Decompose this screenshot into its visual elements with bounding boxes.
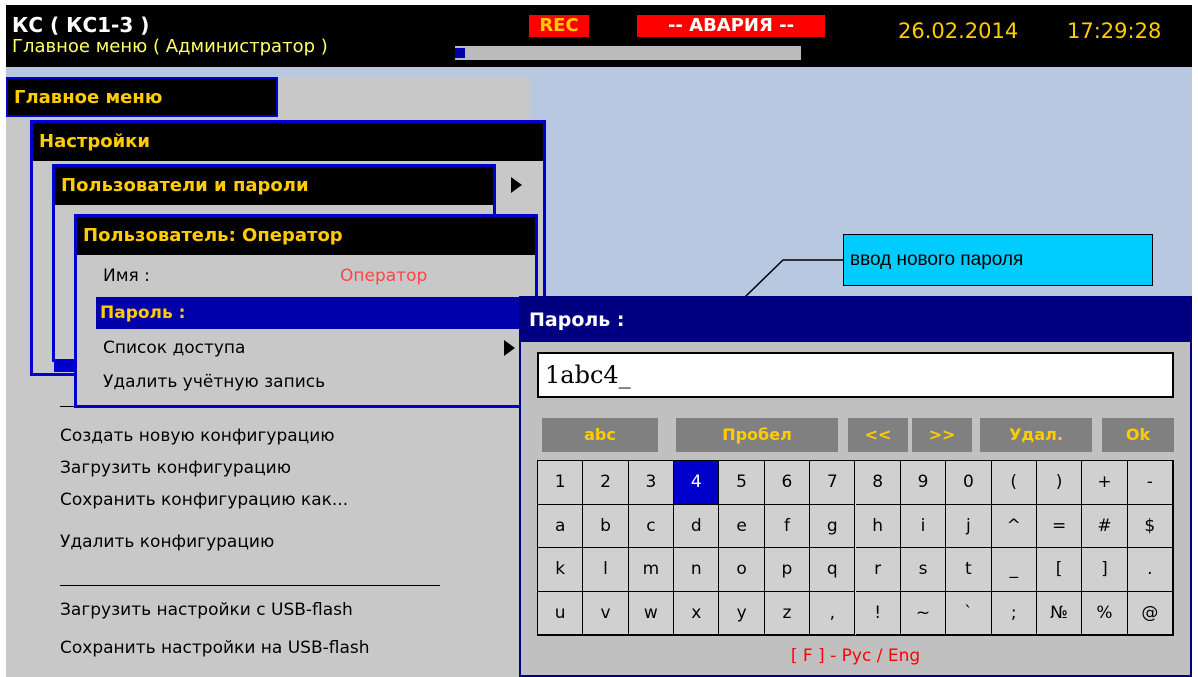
char-key[interactable]: v [583,591,629,635]
char-key[interactable]: f [764,504,811,548]
char-key[interactable]: 8 [855,461,901,505]
char-key[interactable]: h [855,504,901,548]
char-key[interactable]: 9 [900,461,947,505]
key-left[interactable]: << [848,418,908,452]
char-key[interactable]: . [1127,548,1173,592]
char-key[interactable]: ` [946,591,992,635]
char-key[interactable]: @ [1127,591,1173,635]
char-key[interactable]: d [674,504,720,548]
char-key[interactable]: o [719,548,765,592]
char-key[interactable]: ] [1082,548,1128,592]
char-key[interactable]: 1 [538,461,584,505]
char-key[interactable]: t [946,548,992,592]
char-key[interactable]: = [1036,504,1083,548]
char-key[interactable]: w [628,591,675,635]
char-key[interactable]: ; [991,591,1037,635]
char-key[interactable]: ! [855,591,901,635]
char-key[interactable]: 3 [628,461,675,505]
char-key[interactable]: # [1082,504,1128,548]
key-ok[interactable]: Ok [1102,418,1174,452]
char-key[interactable]: 5 [719,461,765,505]
char-key[interactable]: ~ [900,591,947,635]
char-key[interactable]: c [628,504,675,548]
char-key[interactable]: $ [1127,504,1173,548]
char-key[interactable]: i [900,504,947,548]
password-dialog: Пароль : 1abc4_ abc Пробел << >> Удал. O… [519,296,1192,677]
key-delete[interactable]: Удал. [980,418,1092,452]
char-key[interactable]: m [628,548,675,592]
char-key[interactable]: j [946,504,992,548]
char-key[interactable]: _ [991,548,1037,592]
char-key[interactable]: k [538,548,584,592]
char-key[interactable]: [ [1036,548,1083,592]
char-key[interactable]: 4 [674,461,720,505]
char-key[interactable]: 0 [946,461,992,505]
char-key[interactable]: a [538,504,584,548]
char-key[interactable]: ( [991,461,1037,505]
char-key[interactable]: u [538,591,584,635]
character-keyboard: 1 2 3 4 5 6 7 8 9 0() + - a b c d e f g h i j ^ = # $ k l m n o p q r s t _[… [537,460,1174,636]
char-key[interactable]: ) [1036,461,1083,505]
char-key[interactable]: 2 [583,461,629,505]
password-input[interactable]: 1abc4_ [537,352,1174,398]
char-key[interactable]: q [810,548,856,592]
char-key[interactable]: 6 [764,461,811,505]
char-key[interactable]: , [810,591,856,635]
char-key[interactable]: ^ [991,504,1037,548]
char-key[interactable]: g [810,504,856,548]
char-key[interactable]: - [1127,461,1173,505]
char-key[interactable]: + [1082,461,1128,505]
key-space[interactable]: Пробел [676,418,838,452]
char-key[interactable]: p [764,548,811,592]
key-right[interactable]: >> [912,418,972,452]
char-key[interactable]: s [900,548,947,592]
layout-hint: [ F ] - Рус / Eng [790,646,921,666]
char-key[interactable]: % [1082,591,1128,635]
dialog-title: Пароль : [521,298,1190,342]
key-abc[interactable]: abc [542,418,658,452]
char-key[interactable]: 7 [810,461,856,505]
char-key[interactable]: x [674,591,720,635]
char-key[interactable]: e [719,504,765,548]
char-key[interactable]: n [674,548,720,592]
char-key[interactable]: l [583,548,629,592]
char-key[interactable]: № [1036,591,1083,635]
char-key[interactable]: b [583,504,629,548]
char-key[interactable]: y [719,591,765,635]
char-key[interactable]: r [855,548,901,592]
char-key[interactable]: z [764,591,811,635]
